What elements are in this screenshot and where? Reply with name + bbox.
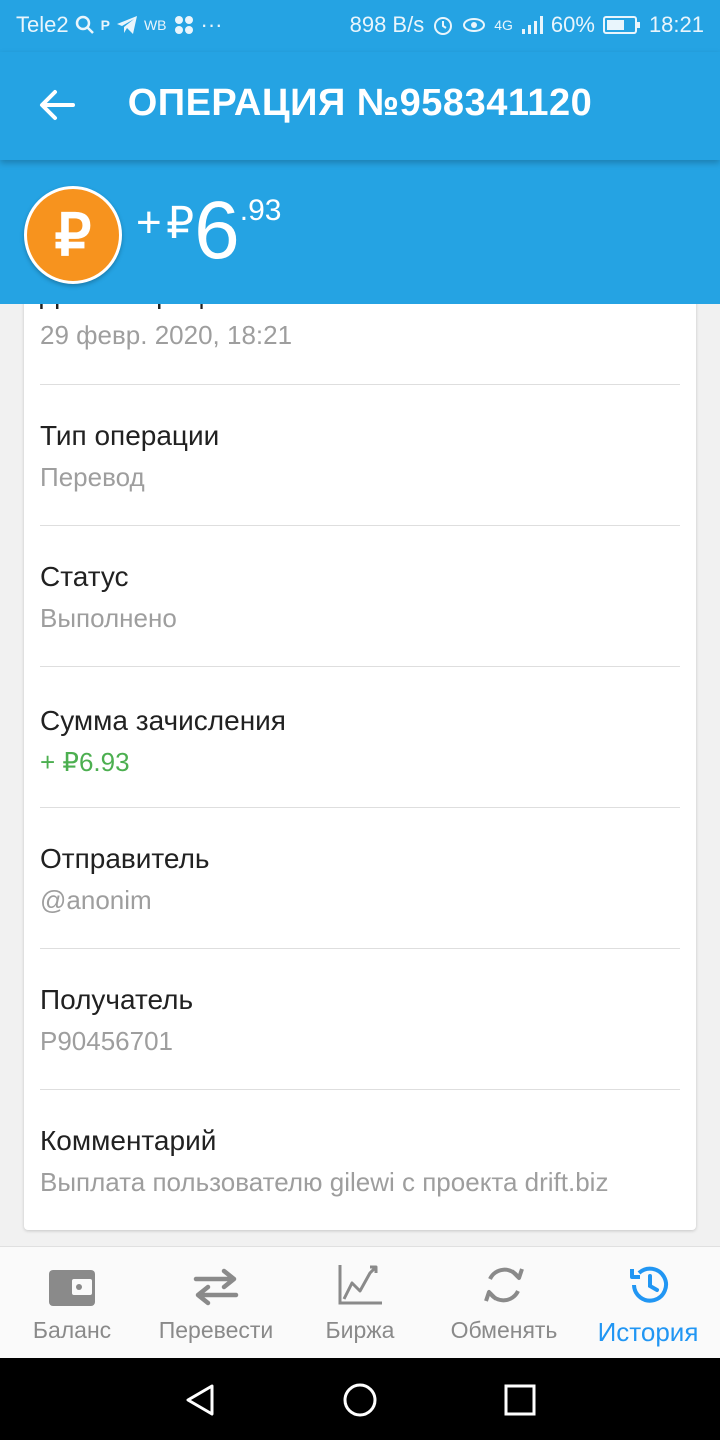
signal-icon [521,16,543,34]
detail-row-type: Тип операции Перевод [40,420,680,493]
circle-home-icon [343,1383,377,1417]
nav-item-swap[interactable]: Обменять [432,1247,576,1359]
ruble-coin-icon: ₽ [24,186,122,284]
operation-details-card: Дата операции 29 февр. 2020, 18:21 Тип о… [24,270,696,1230]
nav-label: Биржа [325,1317,395,1343]
carrier-label: Tele2 [16,12,69,37]
detail-label: Тип операции [40,420,220,451]
detail-label: Комментарий [40,1125,217,1156]
square-recents-icon [504,1384,536,1416]
nav-item-transfer[interactable]: Перевести [144,1247,288,1359]
amount-currency: ₽ [166,199,195,248]
chart-icon [338,1265,382,1305]
wb-icon: WB [143,17,167,33]
wallet-icon [49,1270,95,1306]
divider [40,948,680,949]
detail-label: Сумма зачисления [40,705,286,736]
bottom-navigation: Баланс Перевести Биржа Обменять История [0,1246,720,1359]
nav-label: Перевести [158,1317,274,1343]
search-icon [75,15,94,34]
amount-cents: .93 [239,194,282,227]
system-navigation-bar [0,1358,720,1440]
detail-label: Получатель [40,984,194,1015]
page-title: ОПЕРАЦИЯ №958341120 [127,82,593,124]
divider [40,807,680,808]
history-icon [630,1266,668,1303]
telegram-icon [116,16,137,34]
status-bar: Tele2 P WB ··· 898 B/s 4G 60% 18:21 [0,0,720,52]
detail-value-positive: + ₽6.93 [40,747,130,777]
detail-row-credit-amount: Сумма зачисления + ₽6.93 [40,705,680,778]
detail-label: Статус [40,561,129,592]
nav-item-history[interactable]: История [576,1247,720,1359]
payeer-icon: P [100,17,110,33]
clock: 18:21 [648,12,704,37]
transfer-arrows-icon [193,1268,239,1306]
detail-row-status: Статус Выполнено [40,561,680,634]
detail-row-comment: Комментарий Выплата пользователю gilewi … [40,1125,680,1198]
eye-icon [463,18,486,32]
system-home-button[interactable] [338,1378,382,1422]
network-speed: 898 B/s [349,12,425,37]
detail-value: P90456701 [40,1026,174,1056]
divider [40,666,680,667]
alarm-icon [434,17,453,35]
detail-value: 29 февр. 2020, 18:21 [40,320,293,350]
amount-main: 6 [194,185,240,276]
nav-label: История [597,1317,699,1347]
refresh-icon [484,1267,524,1303]
nav-item-exchange[interactable]: Биржа [288,1247,432,1359]
system-recents-button[interactable] [498,1378,542,1422]
amount-display: + ₽6.93 [136,190,281,272]
divider [40,384,680,385]
system-back-button[interactable] [178,1378,222,1422]
detail-label: Отправитель [40,843,210,874]
detail-value: @anonim [40,885,152,915]
divider [40,525,680,526]
detail-value: Выполнено [40,603,177,633]
detail-value: Выплата пользователю gilewi с проекта dr… [40,1167,609,1197]
dots-grid-icon [174,16,193,34]
detail-row-sender: Отправитель @anonim [40,843,680,916]
app-toolbar: ОПЕРАЦИЯ №958341120 [0,52,720,160]
triangle-back-icon [186,1384,214,1416]
battery-percent: 60% [550,12,595,37]
amount-sign: + [136,198,162,247]
detail-value: Перевод [40,462,145,492]
amount-header: ₽ + ₽6.93 [0,160,720,304]
nav-item-balance[interactable]: Баланс [0,1247,144,1359]
nav-label: Баланс [32,1317,112,1343]
more-notifications-icon: ··· [200,12,223,37]
divider [40,1089,680,1090]
nav-label: Обменять [450,1317,558,1343]
network-type: 4G [494,17,513,33]
detail-row-recipient: Получатель P90456701 [40,984,680,1057]
battery-icon [602,16,640,34]
